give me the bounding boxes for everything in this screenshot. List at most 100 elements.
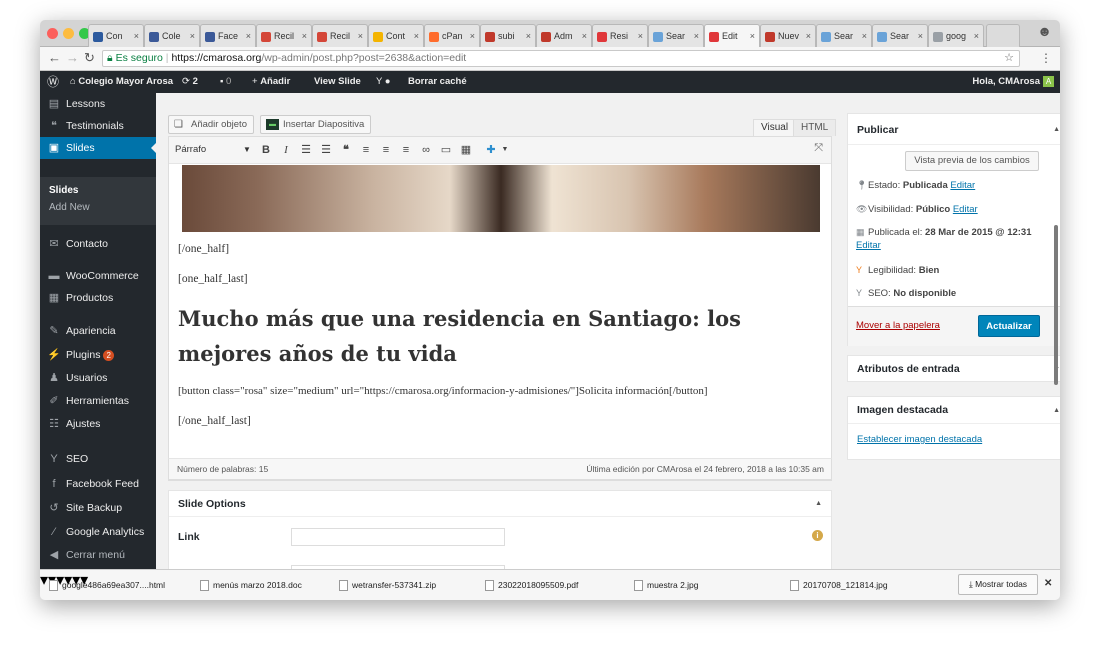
sidebar-item-seo[interactable]: Y SEO (40, 448, 156, 470)
browser-tab[interactable]: Sear × (872, 24, 928, 47)
browser-tab[interactable]: Sear × (816, 24, 872, 47)
tab-visual[interactable]: Visual (753, 119, 797, 136)
browser-menu-icon[interactable]: ⋮ (1040, 51, 1052, 65)
comments-link[interactable]: ▪ 0 (220, 71, 231, 93)
close-downloads-icon[interactable]: ✕ (1044, 578, 1052, 589)
numbered-list-icon[interactable]: ☰ (319, 142, 333, 158)
bullet-list-icon[interactable]: ☰ (299, 142, 313, 158)
sidebar-item-google-analytics[interactable]: ⁄ Google Analytics (40, 521, 156, 543)
browser-tab[interactable]: Resi × (592, 24, 648, 47)
browser-tab[interactable]: cPan × (424, 24, 480, 47)
minimize-window-button[interactable] (63, 28, 74, 39)
toolbar-toggle-icon[interactable]: ▦ (459, 142, 473, 158)
add-new-menu[interactable]: + Añadir (252, 71, 290, 93)
browser-tab[interactable]: Face × (200, 24, 256, 47)
close-tab-icon[interactable]: × (638, 25, 643, 47)
sidebar-item-facebook-feed[interactable]: f Facebook Feed (40, 473, 156, 495)
close-tab-icon[interactable]: × (974, 25, 979, 47)
update-button[interactable]: Actualizar (978, 315, 1040, 337)
sidebar-item-productos[interactable]: ▦ Productos (40, 287, 156, 309)
browser-tab[interactable]: Nuev × (760, 24, 816, 47)
insert-slide-button[interactable]: ▬ Insertar Diapositiva (260, 115, 372, 134)
fullscreen-icon[interactable]: ⤧ (814, 142, 823, 155)
seo-adminbar-icon[interactable]: Y ● (376, 71, 391, 93)
sidebar-item-ajustes[interactable]: ☷ Ajustes (40, 413, 156, 435)
page-scrollbar[interactable] (1054, 225, 1058, 385)
collapse-arrow-icon[interactable]: ▲ (1053, 407, 1060, 414)
show-all-downloads-button[interactable]: ⤓ Mostrar todas (958, 574, 1038, 595)
wordpress-logo-icon[interactable]: Ⓦ (47, 71, 59, 93)
new-tab-button[interactable] (986, 24, 1020, 47)
edit-status-link[interactable]: Editar (950, 180, 975, 191)
updates-link[interactable]: ⟳ 2 (182, 71, 198, 93)
account-menu[interactable]: Hola, CMArosa A (972, 71, 1054, 93)
close-tab-icon[interactable]: × (750, 25, 755, 47)
browser-tab[interactable]: goog × (928, 24, 984, 47)
close-window-button[interactable] (47, 28, 58, 39)
tab-html[interactable]: HTML (793, 119, 837, 136)
close-tab-icon[interactable]: × (358, 25, 363, 47)
reload-icon[interactable]: ↻ (84, 50, 95, 66)
bold-icon[interactable]: B (259, 142, 273, 158)
close-tab-icon[interactable]: × (470, 25, 475, 47)
close-tab-icon[interactable]: × (526, 25, 531, 47)
close-tab-icon[interactable]: × (246, 25, 251, 47)
close-tab-icon[interactable]: × (918, 25, 923, 47)
submenu-add-new[interactable]: Add New (40, 199, 156, 216)
format-select[interactable]: Párrafo ▼ (175, 142, 251, 158)
view-slide-link[interactable]: View Slide (314, 71, 361, 93)
sidebar-item-herramientas[interactable]: ✐ Herramientas (40, 390, 156, 412)
clear-cache-link[interactable]: Borrar caché (408, 71, 467, 93)
profile-icon[interactable]: ☻ (1037, 23, 1052, 39)
close-tab-icon[interactable]: × (806, 25, 811, 47)
align-right-icon[interactable]: ≡ (399, 142, 413, 158)
sidebar-item-contacto[interactable]: ✉ Contacto (40, 233, 156, 255)
browser-tab[interactable]: subi × (480, 24, 536, 47)
info-icon[interactable]: i (812, 530, 823, 541)
sidebar-item-cerrar-menu[interactable]: ◀ Cerrar menú (40, 544, 156, 566)
sidebar-item-slides[interactable]: ▣ Slides (40, 137, 156, 159)
close-tab-icon[interactable]: × (134, 25, 139, 47)
close-tab-icon[interactable]: × (582, 25, 587, 47)
download-item-menus-doc[interactable]: menús marzo 2018.doc (197, 576, 325, 595)
link-icon[interactable]: ∞ (419, 142, 433, 158)
blockquote-icon[interactable]: ❝ (339, 142, 353, 158)
close-tab-icon[interactable]: × (414, 25, 419, 47)
download-item-google-html[interactable]: google486a69ea307....html (46, 576, 186, 595)
sidebar-item-lessons[interactable]: ▤ Lessons (40, 93, 156, 115)
browser-tab[interactable]: Cole × (144, 24, 200, 47)
back-icon[interactable]: ← (48, 50, 61, 65)
download-item-photo-jpg[interactable]: 20170708_121814.jpg (787, 576, 915, 595)
browser-tab[interactable]: Cont × (368, 24, 424, 47)
preview-changes-button[interactable]: Vista previa de los cambios (905, 151, 1039, 171)
align-center-icon[interactable]: ≡ (379, 142, 393, 158)
plugin-add-icon[interactable]: ✚ (484, 142, 498, 158)
browser-tab[interactable]: Sear × (648, 24, 704, 47)
forward-icon[interactable]: → (66, 50, 79, 65)
add-media-button[interactable]: ❏ Añadir objeto (168, 115, 254, 134)
sidebar-item-testimonials[interactable]: ❝ Testimonials (40, 115, 156, 137)
align-left-icon[interactable]: ≡ (359, 142, 373, 158)
close-tab-icon[interactable]: × (694, 25, 699, 47)
read-more-icon[interactable]: ▭ (439, 142, 453, 158)
site-name-link[interactable]: ⌂ Colegio Mayor Arosa (70, 71, 173, 93)
bookmark-star-icon[interactable]: ☆ (1004, 51, 1014, 66)
address-bar[interactable]: 🔒︎ Es seguro | https://cmarosa.org/wp-adm… (102, 50, 1020, 67)
move-to-trash-link[interactable]: Mover a la papelera (856, 320, 940, 331)
link-input[interactable] (291, 528, 505, 546)
italic-icon[interactable]: I (279, 142, 293, 158)
download-item-wetransfer-zip[interactable]: wetransfer-537341.zip (336, 576, 471, 595)
collapse-arrow-icon[interactable]: ▲ (815, 500, 822, 507)
sidebar-item-woocommerce[interactable]: ▬ WooCommerce (40, 265, 156, 287)
plugin-dropdown-icon[interactable]: ▼ (498, 142, 512, 158)
sidebar-item-site-backup[interactable]: ↺ Site Backup (40, 497, 156, 519)
close-tab-icon[interactable]: × (862, 25, 867, 47)
browser-tab[interactable]: Adm × (536, 24, 592, 47)
sidebar-item-apariencia[interactable]: ✎ Apariencia (40, 320, 156, 342)
set-featured-image-link[interactable]: Establecer imagen destacada (857, 434, 982, 445)
sidebar-item-plugins[interactable]: ⚡ Plugins 2 (40, 344, 156, 366)
download-item-pdf-file[interactable]: 23022018095509.pdf (482, 576, 620, 595)
close-tab-icon[interactable]: × (190, 25, 195, 47)
edit-date-link[interactable]: Editar (856, 240, 881, 251)
close-tab-icon[interactable]: × (302, 25, 307, 47)
